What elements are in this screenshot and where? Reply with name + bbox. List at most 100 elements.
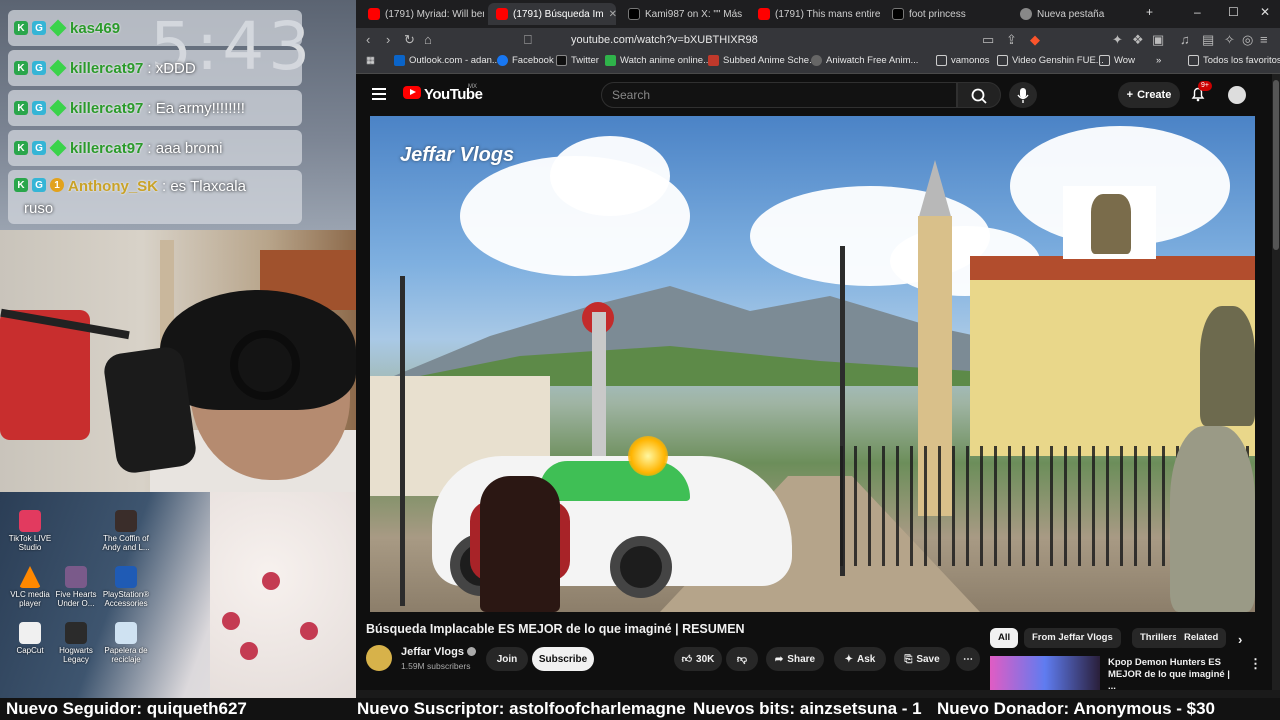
hamburger-menu-icon[interactable] [372, 88, 386, 100]
chat-message: K G killercat97 : Ea army!!!!!!!! [8, 90, 302, 126]
chip-from-channel[interactable]: From Jeffar Vlogs [1024, 628, 1121, 648]
tab-youtube-mans-collection[interactable]: (1791) This mans entire coll [750, 3, 880, 25]
bookmark-watch-anime[interactable]: Watch anime online... [605, 55, 711, 66]
subscribe-button[interactable]: Subscribe [532, 647, 594, 671]
avatar[interactable] [1228, 86, 1246, 104]
notification-count: 9+ [1198, 81, 1212, 91]
anime-icon [605, 55, 616, 66]
desktop-icon-tiktok-live[interactable]: TikTok LIVE Studio [0, 510, 60, 552]
bookmark-facebook[interactable]: Facebook [497, 55, 554, 66]
desktop-icon-recycle-bin[interactable]: Papelera de reciclaje [96, 622, 156, 664]
diamond-badge-icon [49, 139, 67, 157]
country-code: MX [468, 84, 477, 90]
scrollbar-thumb[interactable] [1273, 80, 1279, 250]
chip-all[interactable]: All [990, 628, 1019, 648]
maximize-button[interactable]: ☐ [1228, 5, 1239, 19]
bookmark-twitter[interactable]: Twitter [556, 55, 599, 66]
bookmark-folder-wow[interactable]: Wow [1099, 55, 1135, 66]
share-icon[interactable]: ⇪ [1006, 32, 1017, 48]
video-player[interactable]: Jeffar Vlogs [370, 116, 1255, 612]
diamond-badge-icon [49, 19, 67, 37]
wallet-icon[interactable]: ▤ [1202, 32, 1214, 48]
tab-x-kami987[interactable]: Kami987 on X: "" Más de [620, 3, 744, 25]
forward-icon[interactable]: › [386, 32, 390, 47]
recommendation-title[interactable]: Kpop Demon Hunters ES MEJOR de lo que im… [1108, 657, 1238, 690]
bookmark-subbed-anime[interactable]: Subbed Anime Sche... [708, 55, 817, 66]
extension-icon[interactable]: ✦ [1112, 32, 1123, 48]
browser-window: (1791) Myriad: Will bene ✕ (1791) Búsque… [356, 0, 1280, 690]
leo-icon[interactable]: ✧ [1224, 32, 1235, 48]
share-arrow-icon: ➦ [774, 653, 784, 665]
subscriber-count: 1.59M subscribers [401, 661, 471, 671]
bookmark-folder-genshin[interactable]: Video Genshin FUE... [997, 55, 1104, 66]
like-button[interactable]: 👍︎ 30K [674, 647, 722, 671]
new-tab-button[interactable]: + [1146, 5, 1153, 19]
headphones [230, 330, 300, 400]
brave-shield-icon[interactable]: ◆ [1030, 32, 1040, 48]
tab-youtube-busqueda[interactable]: (1791) Búsqueda Im ✕ [488, 3, 616, 25]
chat-username: killercat97 [70, 99, 144, 117]
apps-icon[interactable]: ▦ [366, 55, 375, 66]
folder-icon [936, 55, 947, 66]
more-vert-icon[interactable]: ⋮ [1249, 656, 1262, 672]
more-icon: ⋯ [963, 653, 973, 665]
chevron-right-icon[interactable]: › [1238, 632, 1242, 647]
ticker-new-donor: Nuevo Donador: Anonymous - $30 [937, 699, 1216, 718]
minimize-button[interactable]: – [1194, 5, 1201, 19]
chat-username: killercat97 [70, 139, 144, 157]
tab-new-tab[interactable]: Nueva pestaña [1012, 3, 1136, 25]
back-icon[interactable]: ‹ [366, 32, 370, 47]
desktop-icon-coffin-of-andy[interactable]: The Coffin of Andy and L... [96, 510, 156, 552]
join-button[interactable]: Join [486, 647, 528, 671]
stream-overlay: 5:43 K G kas469 K G killercat97 : xDDD K… [0, 0, 356, 698]
bookmark-aniwatch[interactable]: Aniwatch Free Anim... [811, 55, 918, 66]
music-icon[interactable]: ♫ [1180, 32, 1190, 47]
game-icon [65, 566, 87, 588]
microphone [102, 345, 198, 475]
recommendation-thumbnail[interactable] [990, 656, 1100, 690]
create-button[interactable]: + Create [1118, 82, 1180, 108]
close-icon[interactable]: ✕ [609, 9, 616, 20]
gift-badge-icon: G [32, 101, 46, 115]
sidebar-icon[interactable]: ▣ [1152, 32, 1164, 48]
chat-username: Anthony_SK [68, 178, 158, 195]
save-button[interactable]: ⎘ Save [894, 647, 950, 671]
home-icon[interactable]: ⌂ [424, 32, 432, 47]
chat-text: : aaa bromi [147, 139, 223, 157]
channel-avatar[interactable] [366, 645, 392, 671]
chip-related[interactable]: Related [1176, 628, 1227, 648]
ask-button[interactable]: ✦ Ask [834, 647, 886, 671]
youtube-icon [496, 8, 508, 20]
voice-search-button[interactable] [1009, 82, 1037, 108]
x-icon [892, 8, 904, 20]
menu-icon[interactable]: ≡ [1260, 32, 1268, 47]
browser-toolbar: ‹ › ↻ ⌂ ⎕ youtube.com/watch?v=bXUBTHIXR9… [356, 28, 1280, 52]
dislike-button[interactable]: 👎︎ [726, 647, 758, 671]
youtube-logo-icon[interactable] [403, 86, 421, 99]
search-input[interactable]: Search [601, 82, 957, 108]
folder-icon [997, 55, 1008, 66]
desktop-wallpaper: TikTok LIVE Studio The Coffin of Andy an… [0, 492, 356, 698]
bookmark-icon[interactable]: ⎕ [524, 32, 532, 48]
cast-icon[interactable]: ▭ [982, 32, 994, 48]
folder-icon [1188, 55, 1199, 66]
capcut-icon [19, 622, 41, 644]
close-window-button[interactable]: ✕ [1260, 5, 1270, 19]
tab-x-foot-princess[interactable]: foot princess [884, 3, 1008, 25]
thumbs-down-icon: 👎︎ [736, 654, 748, 665]
chevron-right-icon[interactable]: » [1156, 55, 1161, 66]
channel-name[interactable]: Jeffar Vlogs [401, 646, 476, 658]
desktop-icon-playstation[interactable]: PlayStation® Accessories [96, 566, 156, 608]
youtube-icon [758, 8, 770, 20]
chat-text: : es Tlaxcala [162, 178, 246, 195]
tab-youtube-myriad[interactable]: (1791) Myriad: Will bene ✕ [360, 3, 484, 25]
share-button[interactable]: ➦ Share [766, 647, 824, 671]
bookmark-folder-vamonos[interactable]: vamonos [936, 55, 990, 66]
reload-icon[interactable]: ↻ [404, 32, 415, 48]
puzzle-icon[interactable]: ❖ [1132, 32, 1144, 48]
bookmark-all-favorites[interactable]: Todos los favoritos [1188, 55, 1280, 66]
more-actions-button[interactable]: ⋯ [956, 647, 980, 671]
bookmark-outlook[interactable]: Outlook.com - adan... [394, 55, 500, 66]
vpn-icon[interactable]: ◎ [1242, 32, 1253, 48]
search-button[interactable] [957, 82, 1001, 108]
